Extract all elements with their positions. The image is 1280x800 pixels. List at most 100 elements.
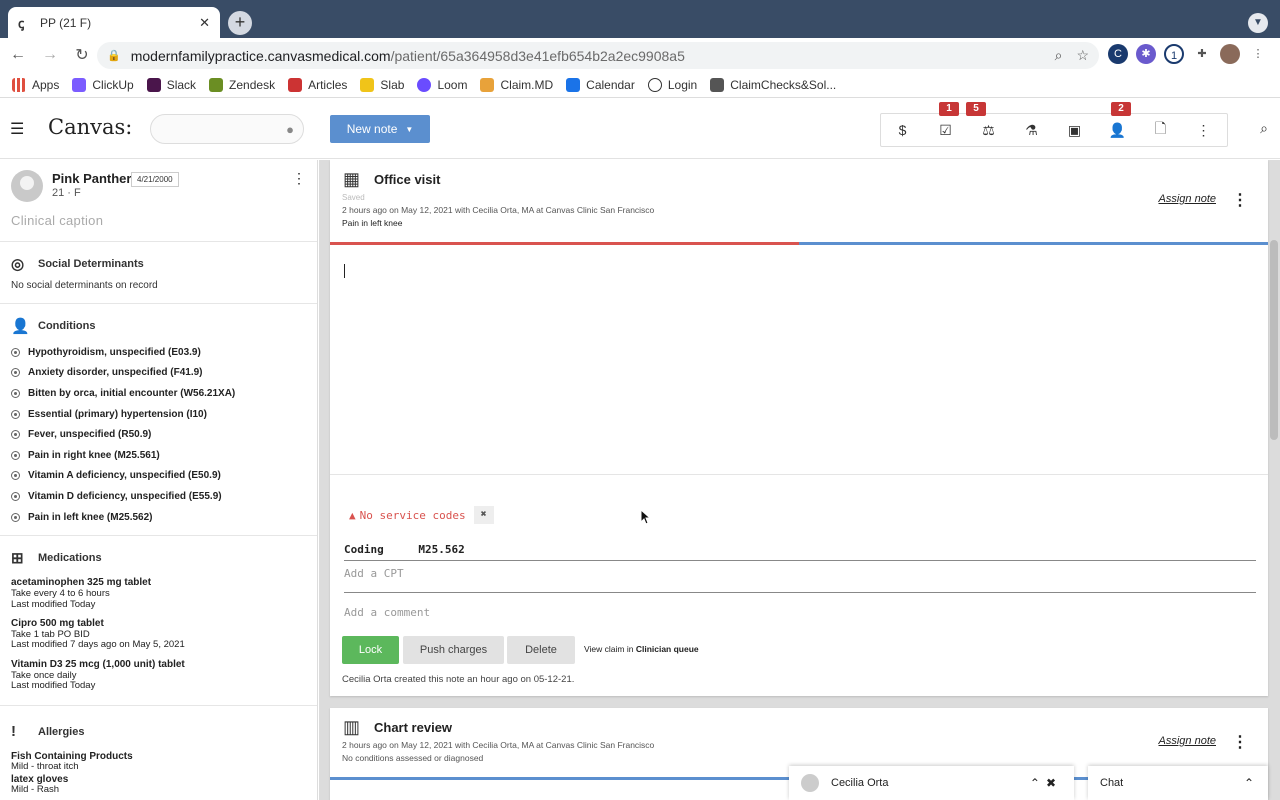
close-tab-icon[interactable]: ✕	[199, 15, 210, 31]
bookmark-slack[interactable]: Slack	[146, 77, 196, 92]
list-item[interactable]: Bitten by orca, initial encounter (W56.2…	[11, 383, 306, 404]
note-title[interactable]: Chart review	[374, 720, 452, 735]
tasks-checkbox-icon[interactable]: ☑ 1	[924, 101, 967, 139]
note-reason: No conditions assessed or diagnosed	[342, 753, 484, 763]
imaging-icon[interactable]: ▣	[1053, 122, 1096, 139]
clinical-caption[interactable]: Clinical caption	[11, 213, 103, 228]
bookmark-clickup[interactable]: ClickUp	[72, 77, 134, 92]
target-icon: ◎	[11, 256, 25, 273]
list-item[interactable]: latex gloves Mild - Rash	[11, 774, 306, 796]
list-item[interactable]: Vitamin A deficiency, unspecified (E50.9…	[11, 466, 306, 487]
patient-name[interactable]: Pink Panther	[52, 171, 131, 186]
lock-button[interactable]: Lock	[342, 636, 399, 664]
extension-icon[interactable]: 1	[1164, 44, 1184, 64]
search-icon[interactable]: ⌕	[1260, 120, 1268, 137]
chat-window-user[interactable]: Cecilia Orta ⌃✖	[789, 766, 1074, 800]
status-dot-icon	[11, 430, 20, 440]
chat-panel[interactable]: Chat ⌃	[1088, 766, 1268, 800]
dismiss-warning-button[interactable]: ✖	[473, 506, 494, 524]
section-title[interactable]: Medications	[38, 552, 102, 564]
list-item[interactable]: Fish Containing Products Mild - throat it…	[11, 751, 306, 773]
bookmark-login[interactable]: Login	[647, 77, 697, 92]
section-title[interactable]: Social Determinants	[38, 258, 144, 270]
chevron-up-icon[interactable]: ⌃	[1030, 776, 1046, 790]
balance-scale-icon[interactable]: ⚖ 5	[966, 101, 1010, 139]
note-menu-icon[interactable]: ⋮	[1232, 190, 1248, 210]
app-header: ☰ Canvas: ● New note ▼ $ ☑ 1 ⚖ 5 ⚗ ▣ 👤 2 🗋 ⋮…	[0, 99, 1280, 159]
browser-menu-icon[interactable]: ⋮	[1248, 44, 1268, 64]
social-empty-text: No social determinants on record	[11, 280, 158, 291]
list-item[interactable]: Essential (primary) hypertension (I10)	[11, 404, 306, 425]
note-editor[interactable]	[330, 247, 1268, 475]
lab-flask-icon[interactable]: ⚗	[1010, 122, 1053, 139]
list-item[interactable]: Anxiety disorder, unspecified (F41.9)	[11, 363, 306, 384]
billing-dollar-icon[interactable]: $	[881, 122, 924, 138]
delete-button[interactable]: Delete	[507, 636, 575, 664]
list-item[interactable]: Hypothyroidism, unspecified (E03.9)	[11, 342, 306, 363]
close-icon[interactable]: ✖	[1046, 776, 1062, 790]
list-item[interactable]: Vitamin D3 25 mcg (1,000 unit) tablet Tak…	[11, 659, 306, 692]
login-icon	[647, 77, 662, 92]
tab-search-icon[interactable]: ▼	[1248, 13, 1268, 33]
bookmark-slab[interactable]: Slab	[360, 77, 404, 92]
address-bar[interactable]: 🔒 modernfamilypractice.canvasmedical.com…	[97, 42, 1099, 69]
clinician-queue-link[interactable]: Clinician queue	[636, 644, 699, 654]
note-created-text: Cecilia Orta created this note an hour a…	[342, 674, 575, 685]
profile-avatar[interactable]	[1220, 44, 1240, 64]
add-cpt-input[interactable]: Add a CPT	[344, 567, 1256, 593]
bookmark-star-icon[interactable]: ☆	[1076, 47, 1089, 64]
view-claim-text: View claim in Clinician queue	[584, 644, 699, 654]
chevron-up-icon[interactable]: ⌃	[1244, 776, 1254, 790]
new-note-button[interactable]: New note ▼	[330, 115, 430, 143]
extension-icon[interactable]: ✱	[1136, 44, 1156, 64]
slab-icon	[360, 77, 375, 92]
patient-menu-icon[interactable]: ⋮	[292, 170, 306, 187]
section-title[interactable]: Allergies	[38, 726, 84, 738]
list-item[interactable]: Pain in left knee (M25.562)	[11, 507, 306, 528]
list-item[interactable]: Cipro 500 mg tablet Take 1 tab PO BID Last…	[11, 618, 306, 651]
bookmark-apps[interactable]: Apps	[12, 77, 59, 92]
bookmark-claimchecks[interactable]: ClaimChecks&Sol...	[710, 77, 836, 92]
patient-search-input[interactable]: ●	[150, 114, 304, 144]
office-visit-note: ▦ Office visit Saved 2 hours ago on May …	[330, 160, 1268, 696]
bookmark-claimmd[interactable]: Claim.MD	[480, 77, 553, 92]
list-item[interactable]: Vitamin D deficiency, unspecified (E55.9…	[11, 486, 306, 507]
reload-icon[interactable]: ↻	[68, 41, 96, 69]
bookmark-zendesk[interactable]: Zendesk	[209, 77, 275, 92]
url-domain: modernfamilypractice.canvasmedical.com	[130, 47, 391, 64]
coding-value[interactable]: M25.562	[418, 543, 464, 556]
balance-badge: 5	[966, 101, 986, 116]
browser-tab[interactable]: ꞔ PP (21 F) ✕	[8, 7, 220, 38]
more-vertical-icon[interactable]: ⋮	[1182, 122, 1225, 139]
canvas-logo: Canvas:	[48, 115, 133, 139]
forward-icon[interactable]: →	[36, 41, 64, 69]
assign-note-link[interactable]: Assign note	[1159, 193, 1216, 205]
patient-sidebar: Pink Panther 4/21/2000 21 · F ⋮ Clinical…	[0, 160, 318, 800]
avatar	[801, 774, 819, 792]
section-title[interactable]: Conditions	[38, 320, 95, 332]
document-icon[interactable]: 🗋	[1139, 118, 1182, 142]
hamburger-menu-icon[interactable]: ☰	[10, 119, 24, 139]
list-item[interactable]: Pain in right knee (M25.561)	[11, 445, 306, 466]
bookmark-calendar[interactable]: Calendar	[566, 77, 635, 92]
bookmarks-bar: Apps ClickUp Slack Zendesk Articles Slab…	[0, 72, 1280, 98]
list-item[interactable]: acetaminophen 325 mg tablet Take every 4 …	[11, 578, 306, 610]
new-tab-button[interactable]: +	[228, 11, 252, 35]
articles-icon	[288, 77, 303, 92]
bookmark-loom[interactable]: Loom	[417, 77, 467, 92]
referral-person-icon[interactable]: 👤 2	[1096, 101, 1139, 139]
bookmark-articles[interactable]: Articles	[288, 77, 347, 92]
progress-bar	[330, 242, 1268, 245]
list-item[interactable]: Fever, unspecified (R50.9)	[11, 424, 306, 445]
add-comment-input[interactable]: Add a comment	[344, 606, 430, 619]
social-determinants-section: ◎ Social Determinants No social determina…	[0, 248, 317, 304]
puzzle-icon[interactable]: ✚	[1192, 44, 1212, 64]
zoom-icon[interactable]: ⌕	[1055, 47, 1063, 64]
back-icon[interactable]: ←	[4, 41, 32, 69]
extension-icon[interactable]: C	[1108, 44, 1128, 64]
note-menu-icon[interactable]: ⋮	[1232, 732, 1248, 752]
scrollbar[interactable]	[1270, 240, 1278, 440]
note-title[interactable]: Office visit	[374, 172, 440, 187]
push-charges-button[interactable]: Push charges	[403, 636, 504, 664]
assign-note-link[interactable]: Assign note	[1159, 735, 1216, 747]
